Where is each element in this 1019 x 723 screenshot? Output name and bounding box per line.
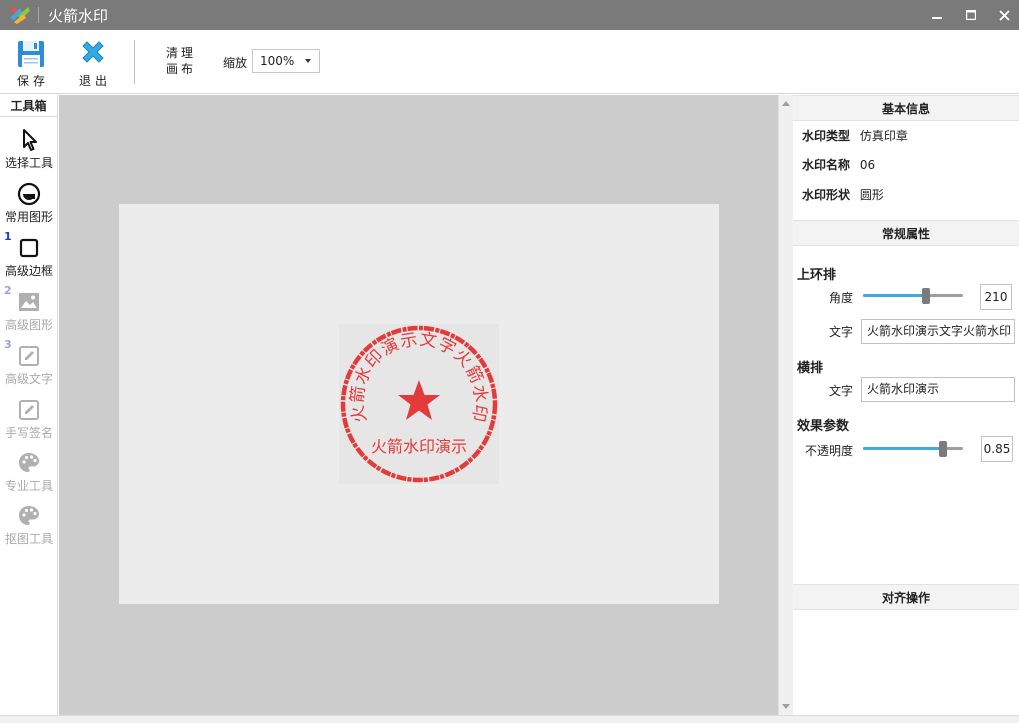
canvas-scrollbar[interactable]: [778, 95, 793, 715]
info-key: 水印名称: [802, 158, 851, 172]
zoom-label: 缩放: [223, 56, 248, 70]
slider-thumb[interactable]: [922, 288, 930, 304]
effect-group-title: 效果参数: [797, 419, 850, 434]
general-props-header: 常规属性: [793, 220, 1019, 246]
exit-label: 退出: [78, 74, 111, 88]
circle-shape-icon: [17, 182, 41, 206]
tool-step-number: 2: [4, 284, 12, 297]
horizontal-text-label: 文字: [828, 384, 853, 398]
canvas-area: 火箭水印演示文字火箭水印 火箭水印演示: [59, 95, 778, 715]
save-icon: [18, 41, 44, 67]
tool-label: 专业工具: [4, 479, 53, 493]
tool-label: 常用图形: [4, 210, 53, 224]
tool-label: 抠图工具: [4, 532, 53, 546]
tool-professional[interactable]: 专业工具: [0, 451, 58, 505]
opacity-slider[interactable]: [863, 441, 963, 457]
stamp-graphic: 火箭水印演示文字火箭水印 火箭水印演示: [340, 325, 498, 483]
slider-thumb[interactable]: [939, 441, 947, 457]
exit-button[interactable]: 退出: [73, 40, 113, 89]
title-separator: [38, 7, 39, 23]
info-row-shape: 水印形状 圆形: [802, 186, 884, 203]
info-key: 水印类型: [802, 129, 851, 143]
info-value: 圆形: [859, 188, 884, 202]
palette-icon: [17, 451, 41, 475]
save-button[interactable]: 保存: [11, 40, 51, 89]
status-strip: [0, 715, 1019, 723]
slider-fill: [863, 447, 943, 450]
upper-text-label: 文字: [828, 325, 853, 339]
angle-label: 角度: [828, 291, 853, 305]
horizontal-group-title: 横排: [797, 361, 824, 376]
scroll-down-icon[interactable]: [782, 704, 790, 709]
canvas[interactable]: 火箭水印演示文字火箭水印 火箭水印演示: [119, 204, 719, 604]
tool-cutout[interactable]: 抠图工具: [0, 504, 58, 558]
dropdown-arrow-icon: [305, 59, 311, 63]
info-value: 06: [859, 158, 876, 172]
tool-label: 高级文字: [4, 372, 53, 386]
title-bar: 火箭水印: [0, 0, 1019, 30]
horizontal-text-input[interactable]: 火箭水印演示: [861, 377, 1015, 402]
zoom-select[interactable]: 100%: [252, 49, 320, 73]
opacity-label: 不透明度: [804, 444, 853, 458]
align-ops-header: 对齐操作: [793, 584, 1019, 610]
exit-icon: [82, 41, 104, 63]
slider-fill: [863, 294, 926, 297]
close-button[interactable]: [988, 0, 1019, 30]
window-title: 火箭水印: [48, 7, 109, 25]
minimize-button[interactable]: [921, 0, 953, 30]
tool-advanced-text[interactable]: 3 高级文字: [0, 338, 58, 398]
maximize-icon: [966, 10, 976, 20]
info-row-type: 水印类型 仿真印章: [802, 127, 908, 144]
toolbox-title: 工具箱: [0, 95, 57, 117]
tool-label: 高级边框: [4, 264, 53, 278]
tool-common-shapes[interactable]: 常用图形: [0, 182, 58, 236]
angle-value-input[interactable]: 210: [980, 284, 1012, 310]
tool-advanced-image[interactable]: 2 高级图形: [0, 284, 58, 344]
tool-select[interactable]: 选择工具: [0, 128, 58, 182]
info-row-name: 水印名称 06: [802, 156, 875, 173]
tool-step-number: 1: [4, 230, 12, 243]
stamp-watermark[interactable]: 火箭水印演示文字火箭水印 火箭水印演示: [339, 324, 499, 484]
tool-label: 选择工具: [4, 156, 53, 170]
tool-label: 手写签名: [4, 426, 53, 440]
edit-text-icon: [17, 344, 41, 368]
info-key: 水印形状: [802, 188, 851, 202]
zoom-value: 100%: [260, 54, 295, 68]
square-frame-icon: [17, 236, 41, 260]
minimize-icon: [932, 17, 942, 19]
close-icon: [998, 9, 1010, 21]
toolbar-divider: [134, 40, 135, 84]
toolbar: 保存 退出 清理 画布 缩放 100%: [0, 30, 1019, 94]
stamp-bottom-text: 火箭水印演示: [371, 437, 467, 456]
signature-icon: [17, 398, 41, 422]
palette-icon: [17, 504, 41, 528]
basic-info-header: 基本信息: [793, 95, 1019, 121]
tool-handwriting[interactable]: 手写签名: [0, 398, 58, 452]
clean-label-line1: 清理: [166, 46, 197, 60]
properties-panel: 基本信息 水印类型 仿真印章 水印名称 06 水印形状 圆形 常规属性 上环排 …: [793, 95, 1019, 715]
toolbox: 工具箱 选择工具 常用图形 1 高级边框 2 高级图形 3 高级文字 手写签名 …: [0, 95, 58, 715]
info-value: 仿真印章: [859, 129, 908, 143]
clean-label-line2: 画布: [166, 62, 197, 76]
app-logo-icon: [10, 7, 30, 24]
clean-canvas-button[interactable]: 清理 画布: [166, 45, 198, 77]
maximize-button[interactable]: [955, 0, 987, 30]
tool-label: 高级图形: [4, 318, 53, 332]
tool-advanced-border[interactable]: 1 高级边框: [0, 230, 58, 290]
opacity-value-input[interactable]: 0.85: [981, 436, 1013, 462]
upper-text-input[interactable]: 火箭水印演示文字火箭水印: [861, 319, 1015, 344]
upper-ring-group-title: 上环排: [797, 268, 837, 283]
cursor-icon: [17, 128, 41, 152]
tool-step-number: 3: [4, 338, 12, 351]
angle-slider[interactable]: [863, 288, 963, 304]
scroll-up-icon[interactable]: [782, 101, 790, 106]
save-label: 保存: [16, 74, 49, 88]
image-icon: [17, 290, 41, 314]
